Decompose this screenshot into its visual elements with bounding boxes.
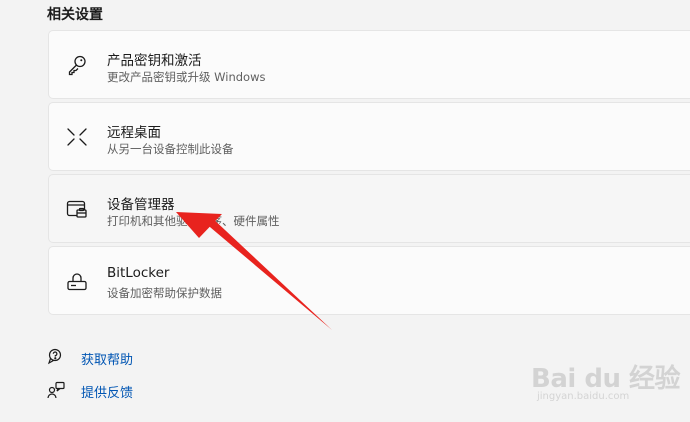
baidu-watermark: Bai du 经验 jingyan.baidu.com <box>531 358 681 408</box>
remote-desktop-subtitle: 从另一台设备控制此设备 <box>107 142 234 156</box>
remote-desktop-item[interactable]: 远程桌面 从另一台设备控制此设备 <box>48 102 690 171</box>
feedback-icon <box>47 381 65 399</box>
device-manager-item[interactable]: 设备管理器 打印机和其他驱动程序、硬件属性 <box>48 174 690 243</box>
bitlocker-subtitle: 设备加密帮助保护数据 <box>107 286 222 300</box>
help-icon <box>47 348 65 366</box>
device-manager-icon <box>65 197 89 221</box>
product-key-subtitle: 更改产品密钥或升级 Windows <box>107 70 266 84</box>
key-icon <box>65 53 89 77</box>
product-key-activation-item[interactable]: 产品密钥和激活 更改产品密钥或升级 Windows <box>48 30 690 99</box>
give-feedback-label[interactable]: 提供反馈 <box>81 382 133 401</box>
bitlocker-item[interactable]: BitLocker 设备加密帮助保护数据 <box>48 246 690 315</box>
remote-desktop-icon <box>65 125 89 149</box>
lock-icon <box>65 269 89 293</box>
remote-desktop-title: 远程桌面 <box>107 125 161 141</box>
watermark-main: Bai du 经验 <box>531 364 681 394</box>
product-key-title: 产品密钥和激活 <box>107 53 202 69</box>
section-title: 相关设置 <box>47 7 103 23</box>
device-manager-title: 设备管理器 <box>107 197 175 213</box>
bitlocker-title: BitLocker <box>107 265 170 281</box>
watermark-sub: jingyan.baidu.com <box>537 391 630 402</box>
get-help-label[interactable]: 获取帮助 <box>81 349 133 368</box>
device-manager-subtitle: 打印机和其他驱动程序、硬件属性 <box>107 214 280 228</box>
